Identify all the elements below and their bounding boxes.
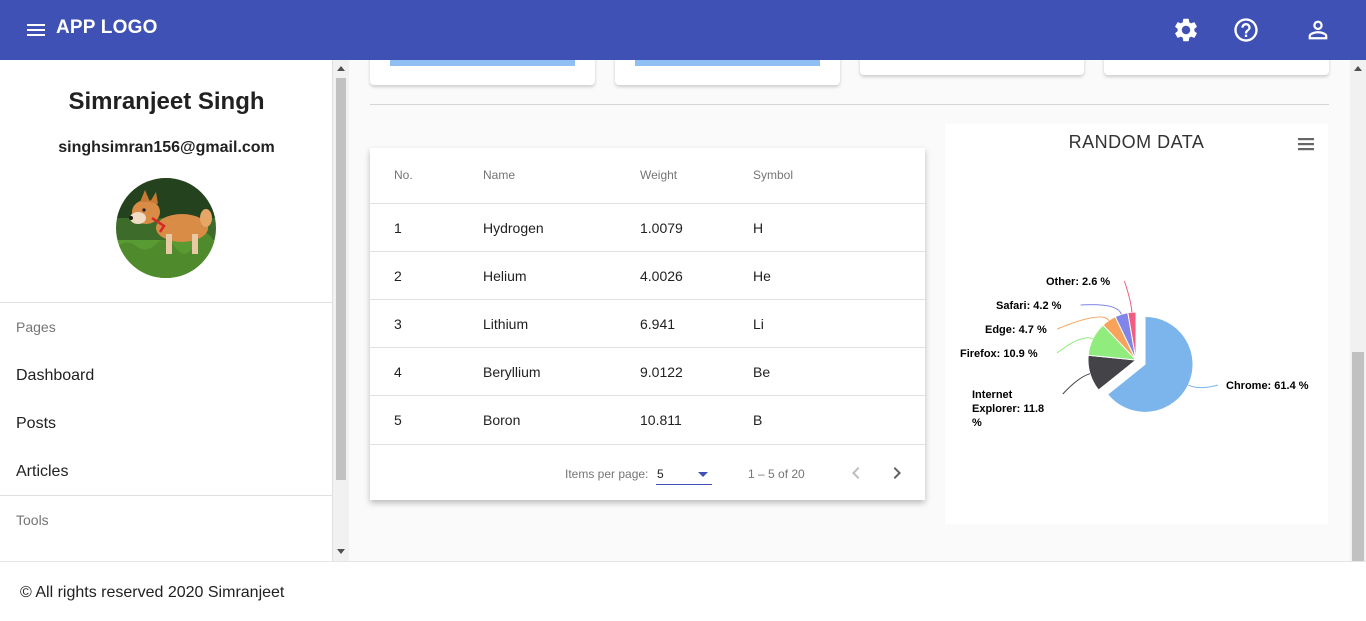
cell-name: Helium <box>483 268 527 284</box>
cell-no: 4 <box>394 364 402 380</box>
pie-label-internet-explorer: Internet Explorer: 11.8% <box>972 389 1044 429</box>
top-toolbar: APP LOGO <box>0 0 1366 60</box>
stat-card-bar <box>635 60 820 66</box>
cell-no: 5 <box>394 412 402 428</box>
profile-name: Simranjeet Singh <box>68 88 265 115</box>
cell-weight: 6.941 <box>640 316 676 332</box>
profile-email: singhsimran156@gmail.com <box>58 139 275 156</box>
menu-icon[interactable] <box>24 18 48 42</box>
page-range-label: 1 – 5 of 20 <box>748 467 805 481</box>
pie-label-other: Other: 2.6 % <box>1046 276 1110 288</box>
pie-connector-internet-explorer <box>1062 373 1091 395</box>
main-content: No. Name Weight Symbol 1 Hydrogen 1.0079… <box>350 60 1350 561</box>
pie-connector-other <box>1123 280 1133 313</box>
sidebar-item-dashboard[interactable]: Dashboard <box>16 367 94 385</box>
cell-weight: 10.811 <box>640 412 682 428</box>
sidebar-item-articles[interactable]: Articles <box>16 463 68 481</box>
cell-no: 1 <box>394 220 402 236</box>
cell-symbol: He <box>753 268 771 284</box>
cell-symbol: B <box>753 412 763 428</box>
page-size-value: 5 <box>657 467 664 481</box>
page-size-select[interactable]: 5 <box>656 463 712 485</box>
chevron-left-icon <box>852 467 860 479</box>
table-row[interactable]: 4 Beryllium 9.0122 Be <box>370 347 925 395</box>
elements-table: No. Name Weight Symbol 1 Hydrogen 1.0079… <box>370 148 925 500</box>
footer-copyright: © All rights reserved 2020 Simranjeet <box>20 584 285 601</box>
items-per-page-label: Items per page: <box>565 467 649 481</box>
stat-card <box>615 60 840 85</box>
pie-chart: Chrome: 61.4 % Internet Explorer: 11.8 % Fir… <box>960 276 1309 429</box>
footer: © All rights reserved 2020 Simranjeet <box>0 561 1366 621</box>
sidebar-divider <box>0 302 332 303</box>
chevron-right-icon <box>893 467 901 479</box>
cell-symbol: Li <box>753 316 764 332</box>
sidebar-scroll-thumb[interactable] <box>336 78 346 480</box>
app-logo[interactable]: APP LOGO <box>56 17 158 39</box>
pie-connector-chrome <box>1188 384 1219 389</box>
cell-no: 3 <box>394 316 402 332</box>
sidebar-item-posts[interactable]: Posts <box>16 415 56 433</box>
cell-no: 2 <box>394 268 402 284</box>
cell-weight: 4.0026 <box>640 268 683 284</box>
scroll-down-arrow-icon[interactable] <box>337 549 345 554</box>
sidebar: Simranjeet Singh singhsimran156@gmail.co… <box>0 60 333 561</box>
cell-name: Boron <box>483 412 521 428</box>
pie-label-safari: Safari: 4.2 % <box>996 300 1062 312</box>
stat-card <box>860 60 1084 75</box>
sidebar-divider <box>0 495 332 496</box>
help-icon[interactable] <box>1232 16 1260 44</box>
tools-subheader: Tools <box>16 512 49 528</box>
stat-card <box>370 60 595 85</box>
cell-name: Beryllium <box>483 364 541 380</box>
pie-connector-safari <box>1080 304 1122 315</box>
dropdown-arrow-icon <box>698 472 708 477</box>
column-header-weight[interactable]: Weight <box>640 168 677 182</box>
cell-weight: 9.0122 <box>640 364 683 380</box>
column-header-symbol[interactable]: Symbol <box>753 168 793 182</box>
stat-card-bar <box>390 60 575 66</box>
table-row[interactable]: 2 Helium 4.0026 He <box>370 251 925 299</box>
scroll-up-arrow-icon[interactable] <box>337 66 345 71</box>
pie-label-edge: Edge: 4.7 % <box>985 324 1047 336</box>
pie-label-chrome: Chrome: 61.4 % <box>1226 380 1309 392</box>
main-scrollbar[interactable] <box>1350 60 1366 561</box>
account-icon[interactable] <box>1304 16 1332 44</box>
previous-page-button[interactable] <box>844 461 868 485</box>
cell-name: Hydrogen <box>483 220 544 236</box>
section-divider <box>370 104 1329 105</box>
pie-connector-firefox <box>1056 337 1094 354</box>
table-row[interactable]: 5 Boron 10.811 B <box>370 395 925 443</box>
table-row[interactable]: 3 Lithium 6.941 Li <box>370 299 925 347</box>
stat-card <box>1104 60 1329 75</box>
column-header-no[interactable]: No. <box>394 168 413 182</box>
cell-name: Lithium <box>483 316 529 332</box>
table-row[interactable]: 1 Hydrogen 1.0079 H <box>370 203 925 251</box>
pages-subheader: Pages <box>16 319 56 335</box>
settings-icon[interactable] <box>1172 16 1200 44</box>
random-data-chart: RANDOM DATA Chrome: 61.4 % Internet Explor… <box>945 124 1328 524</box>
cell-weight: 1.0079 <box>640 220 683 236</box>
main-scroll-thumb[interactable] <box>1352 352 1364 561</box>
next-page-button[interactable] <box>885 461 909 485</box>
column-header-name[interactable]: Name <box>483 168 515 182</box>
paginator: Items per page: 5 1 – 5 of 20 <box>370 444 925 500</box>
cell-symbol: Be <box>753 364 771 380</box>
sidebar-scrollbar[interactable] <box>333 60 349 561</box>
scroll-up-arrow-icon[interactable] <box>1354 66 1362 71</box>
pie-label-firefox: Firefox: 10.9 % <box>960 348 1038 360</box>
avatar <box>116 178 216 278</box>
cell-symbol: H <box>753 220 764 236</box>
